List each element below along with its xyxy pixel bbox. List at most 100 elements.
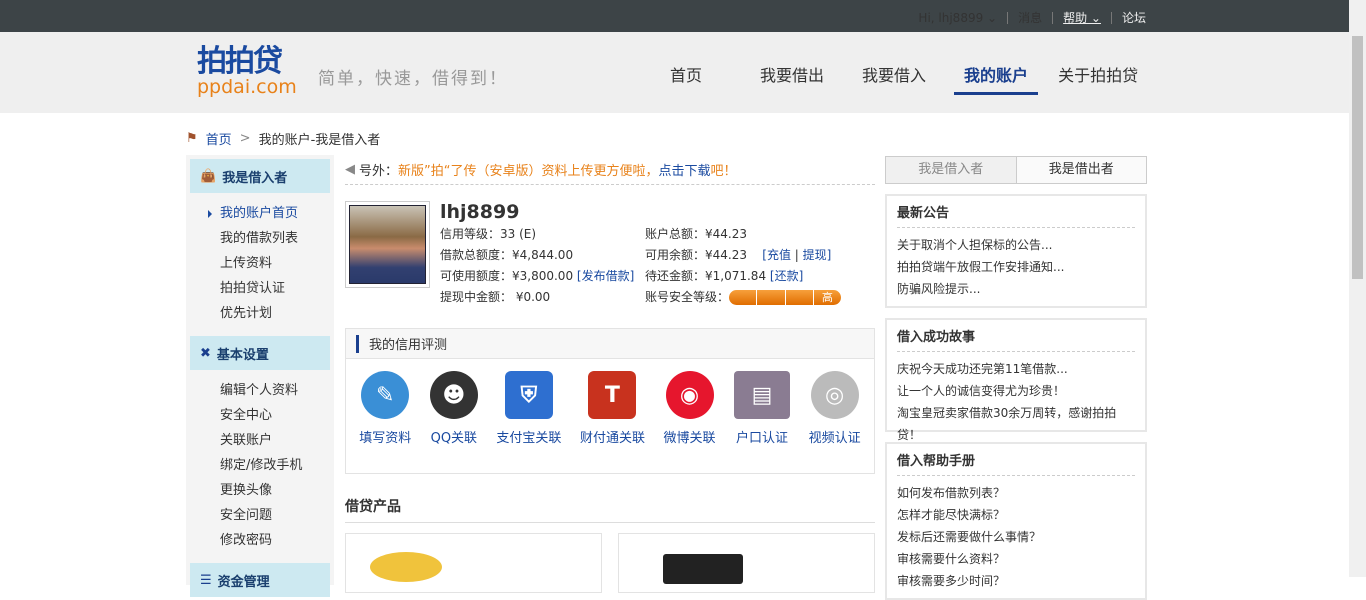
main-content: ◀ 号外： 新版”拍“了传（安卓版）资料上传更方便啦， 点击下载 吧！ lhj8… (345, 155, 875, 593)
list-item[interactable]: 让一个人的诚信变得尤为珍贵！ (897, 380, 1135, 402)
laptop-icon (663, 554, 743, 584)
hukou-book-icon: ▤ (734, 371, 791, 419)
withdraw-link[interactable]: 提现] (803, 248, 832, 262)
usable-limit: 可使用额度：¥3,800.00 (440, 269, 574, 283)
list-item[interactable]: 淘宝皇冠卖家借款30余万周转，感谢拍拍贷！ (897, 402, 1135, 442)
avatar[interactable] (345, 201, 430, 288)
security-level: 高 (821, 291, 833, 304)
scrollbar-thumb[interactable] (1352, 36, 1363, 279)
nav-my-account[interactable]: 我的账户 (954, 62, 1039, 95)
signpost-icon: ⚑ (186, 131, 198, 146)
product-card[interactable] (618, 533, 875, 593)
section-title: 资金管理 (217, 574, 270, 590)
forum-link[interactable]: 论坛 (1122, 9, 1146, 26)
credit-level: 信用等级：33 (E) (440, 227, 537, 241)
section-title: 基本设置 (216, 347, 269, 363)
sidebar-item-question[interactable]: 安全问题 (220, 503, 334, 528)
list-item[interactable]: 审核需要什么资料？ (897, 548, 1135, 570)
list-item[interactable]: 拍拍贷端午放假工作安排通知... (897, 256, 1135, 278)
profile: lhj8899 信用等级：33 (E) 账户总额：¥44.23 借款总额度：¥4… (345, 185, 875, 325)
notice-bar: ◀ 号外： 新版”拍“了传（安卓版）资料上传更方便啦， 点击下载 吧！ (345, 155, 875, 185)
sidebar-item-account-home[interactable]: 我的账户首页 (208, 201, 334, 226)
video-cert-button[interactable]: ◎ 视频认证 (809, 371, 861, 446)
security-label: 账号安全等级： (645, 290, 730, 304)
logo-cn: 拍拍贷 (197, 44, 283, 79)
slogan: 简单，快速，借得到！ (318, 69, 508, 89)
sidebar-item-loan-list[interactable]: 我的借款列表 (220, 226, 334, 251)
logo[interactable]: 拍拍贷 ppdai.com (197, 44, 297, 98)
messages-link[interactable]: 消息 (1018, 9, 1042, 26)
box-title: 最新公告 (897, 202, 1135, 228)
sidebar-item-password[interactable]: 修改密码 (220, 528, 334, 553)
list-item[interactable]: 发标后还需要做什么事情？ (897, 526, 1135, 548)
notice-suffix: 吧！ (710, 164, 737, 179)
section-title: 我是借入者 (222, 170, 288, 186)
label: 财付通关联 (579, 431, 645, 446)
qq-link-button[interactable]: ☻ QQ关联 (429, 371, 478, 446)
nav-home[interactable]: 首页 (660, 62, 712, 95)
main-nav: 首页 我要借出 我要借入 我的账户 关于拍拍贷 (660, 62, 1148, 95)
scrollbar[interactable] (1349, 0, 1366, 577)
account-total: 账户总额：¥44.23 (645, 227, 747, 241)
hukou-cert-button[interactable]: ▤ 户口认证 (734, 371, 791, 446)
tab-lender[interactable]: 我是借出者 (1016, 157, 1146, 183)
list-item[interactable]: 审核需要多少时间？ (897, 570, 1135, 592)
sidebar-item-phone[interactable]: 绑定/修改手机 (220, 453, 334, 478)
label: 支付宝关联 (496, 431, 562, 446)
sidebar-item-security[interactable]: 安全中心 (220, 403, 334, 428)
recharge-link[interactable]: [充值 (762, 248, 791, 262)
top-bar: Hi, lhj8899 ⌄ 消息 帮助 ⌄ 论坛 (0, 0, 1366, 32)
products-title: 借贷产品 (345, 496, 875, 523)
list-item[interactable]: 关于取消个人担保标的公告... (897, 234, 1135, 256)
sidebar-item-linked[interactable]: 关联账户 (220, 428, 334, 453)
sidebar-item-certify[interactable]: 拍拍贷认证 (220, 276, 334, 301)
sidebar-item-avatar[interactable]: 更换头像 (220, 478, 334, 503)
breadcrumb: ⚑ 首页 > 我的账户-我是借入者 (186, 129, 380, 148)
announcements: 最新公告 关于取消个人担保标的公告... 拍拍贷端午放假工作安排通知... 防骗风险… (885, 194, 1147, 308)
weibo-link-button[interactable]: ◉ 微博关联 (664, 371, 716, 446)
breadcrumb-home[interactable]: 首页 (206, 129, 232, 148)
user-edit-icon: ✎ (361, 371, 410, 419)
label: QQ关联 (430, 431, 478, 446)
nav-borrow[interactable]: 我要借入 (852, 62, 936, 95)
tab-borrower[interactable]: 我是借入者 (886, 157, 1017, 183)
right-panel: 我是借入者 我是借出者 最新公告 关于取消个人担保标的公告... 拍拍贷端午放假工… (885, 156, 1147, 600)
box-title: 借入帮助手册 (897, 450, 1135, 476)
list-item[interactable]: 怎样才能尽快满标？ (897, 504, 1135, 526)
shield-icon: ⛨ (504, 371, 553, 419)
available-balance: 可用余额：¥44.23 (645, 248, 747, 262)
list-item[interactable]: 如何发布借款列表？ (897, 482, 1135, 504)
label: 户口认证 (736, 431, 789, 446)
download-link[interactable]: 点击下载 (659, 160, 711, 179)
tenpay-link-button[interactable]: T 财付通关联 (580, 371, 645, 446)
publish-loan-link[interactable]: [发布借款] (577, 269, 634, 283)
logo-en: ppdai.com (197, 76, 297, 98)
list-item[interactable]: 庆祝今天成功还完第11笔借款... (897, 358, 1135, 380)
username: lhj8899 (440, 201, 520, 223)
weibo-icon: ◉ (665, 371, 714, 419)
sidebar-item-upload[interactable]: 上传资料 (220, 251, 334, 276)
withdrawing-amount: 提现中金额： ¥0.00 (440, 290, 551, 304)
fill-info-button[interactable]: ✎ 填写资料 (359, 371, 411, 446)
help-menu[interactable]: 帮助 ⌄ (1063, 9, 1101, 26)
product-card[interactable] (345, 533, 602, 593)
header: 拍拍贷 ppdai.com 简单，快速，借得到！ 首页 我要借出 我要借入 我的账… (0, 32, 1366, 113)
pending-amount: 待还金额：¥1,071.84 (645, 269, 767, 283)
sidebar-item-edit-profile[interactable]: 编辑个人资料 (220, 378, 334, 403)
breadcrumb-sep: > (239, 131, 251, 146)
credit-title: 我的信用评测 (346, 329, 874, 359)
repay-link[interactable]: [还款] (770, 269, 803, 283)
user-menu[interactable]: Hi, lhj8899 ⌄ (918, 11, 997, 25)
list-item[interactable]: 防骗风险提示... (897, 278, 1135, 300)
nav-lend[interactable]: 我要借出 (750, 62, 834, 95)
notice-prefix: 号外： (359, 164, 399, 179)
tenpay-icon: T (588, 371, 637, 419)
sidebar-item-priority[interactable]: 优先计划 (220, 301, 334, 326)
sidebar-section-funds: ☰ 资金管理 (190, 563, 330, 597)
sidebar-section-borrower: 👜 我是借入者 (190, 159, 330, 193)
label: 微博关联 (663, 431, 716, 446)
nav-about[interactable]: 关于拍拍贷 (1048, 62, 1148, 95)
alipay-link-button[interactable]: ⛨ 支付宝关联 (496, 371, 561, 446)
notice-text: 新版”拍“了传（安卓版）资料上传更方便啦， (398, 164, 659, 179)
label: 填写资料 (359, 431, 412, 446)
